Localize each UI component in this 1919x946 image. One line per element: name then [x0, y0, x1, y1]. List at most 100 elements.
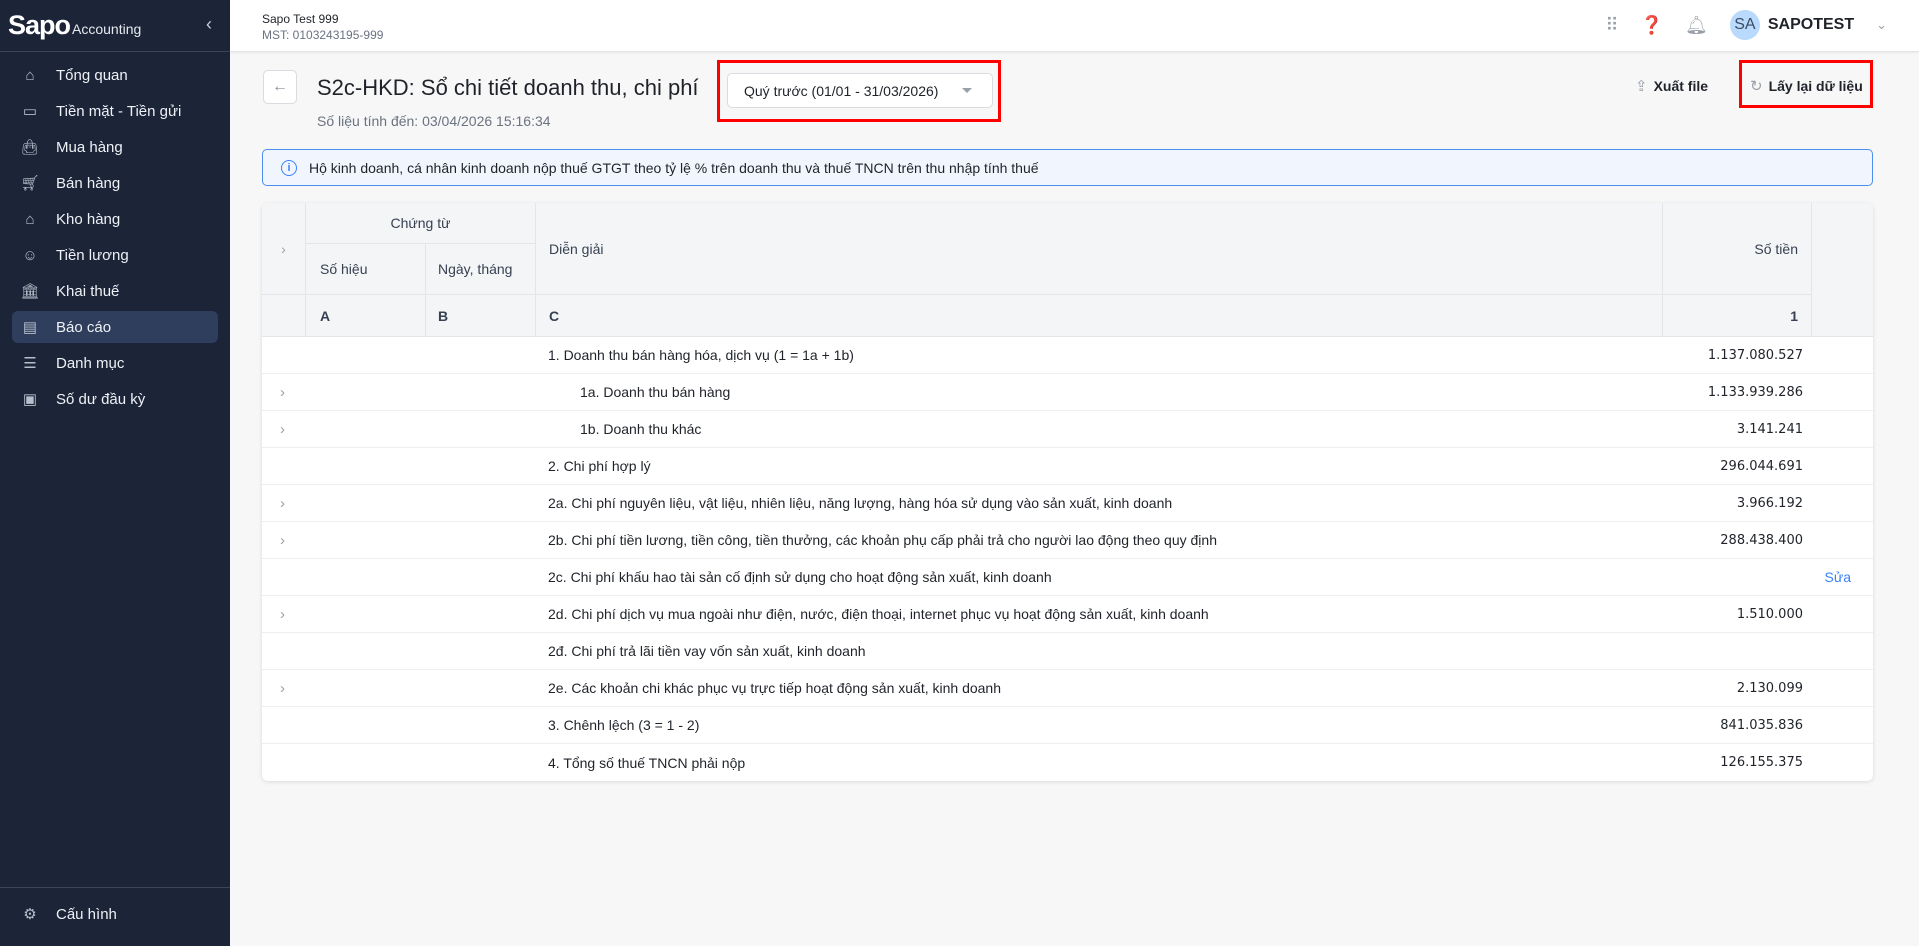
- cash-icon: ▭: [22, 103, 38, 120]
- info-banner: i Hộ kinh doanh, cá nhân kinh doanh nộp …: [262, 149, 1873, 186]
- row-amount: 3.966.192: [1736, 495, 1803, 511]
- bag-icon: 👜︎: [20, 139, 40, 156]
- export-label: Xuất file: [1653, 78, 1709, 94]
- sidebar-item-label: Kho hàng: [56, 210, 121, 228]
- sidebar-item-label: Khai thuế: [56, 282, 120, 300]
- salary-icon: ☺: [22, 246, 38, 264]
- bell-icon[interactable]: 🔔︎: [1685, 15, 1708, 36]
- user-name[interactable]: SAPOTEST: [1768, 16, 1854, 34]
- sidebar-item-8[interactable]: ☰ Danh mục: [12, 347, 218, 379]
- chevron-right-icon[interactable]: ›: [280, 384, 285, 401]
- col-code-1: 1: [1662, 295, 1811, 337]
- chevron-right-icon[interactable]: ›: [280, 421, 285, 438]
- logo[interactable]: Sapo Accounting ‹: [0, 0, 230, 52]
- company-info[interactable]: Sapo Test 999 MST: 0103243195-999: [262, 11, 383, 43]
- table-row: 2đ. Chi phí trả lãi tiền vay vốn sản xuấ…: [262, 633, 1873, 670]
- sidebar-item-2[interactable]: 👜︎ Mua hàng: [12, 131, 218, 163]
- table-row: › 1b. Doanh thu khác 3.141.241: [262, 411, 1873, 448]
- help-icon[interactable]: ❓: [1641, 15, 1663, 36]
- chevron-right-icon[interactable]: ›: [280, 606, 285, 623]
- refresh-button[interactable]: ↻ Lấy lại dữ liệu: [1750, 77, 1863, 95]
- header-date: Ngày, tháng: [425, 244, 535, 294]
- row-amount: 1.510.000: [1736, 606, 1803, 622]
- sidebar-item-6[interactable]: 🏛︎ Khai thuế: [12, 275, 218, 307]
- header-voucher: Chứng từ: [305, 203, 535, 244]
- sidebar-item-7[interactable]: ▤ Báo cáo: [12, 311, 218, 343]
- row-description: 1. Doanh thu bán hàng hóa, dịch vụ (1 = …: [548, 347, 854, 363]
- sidebar-item-4[interactable]: ⌂ Kho hàng: [12, 203, 218, 235]
- collapse-sidebar-icon[interactable]: ‹: [206, 14, 212, 35]
- table-row: › 2b. Chi phí tiền lương, tiền công, tiền…: [262, 522, 1873, 559]
- warehouse-icon: ⌂: [25, 210, 35, 228]
- chevron-right-icon[interactable]: ›: [280, 532, 285, 549]
- data-timestamp: Số liệu tính đến: 03/04/2026 15:16:34: [317, 113, 551, 129]
- page-title: S2c-HKD: Sổ chi tiết doanh thu, chi phí: [317, 75, 699, 100]
- table-row: 4. Tổng số thuế TNCN phải nộp 126.155.375: [262, 744, 1873, 781]
- report-icon: ▤: [22, 319, 38, 336]
- sidebar-item-label: Tổng quan: [56, 66, 128, 84]
- refresh-label: Lấy lại dữ liệu: [1768, 78, 1863, 94]
- row-description: 1a. Doanh thu bán hàng: [580, 384, 731, 400]
- table-row: › 2e. Các khoản chi khác phục vụ trực tiế…: [262, 670, 1873, 707]
- sidebar-item-5[interactable]: ☺ Tiền lương: [12, 239, 218, 271]
- sidebar-item-0[interactable]: ⌂ Tổng quan: [12, 59, 218, 91]
- home-icon: ⌂: [25, 66, 35, 84]
- sidebar-item-3[interactable]: 🛒︎ Bán hàng: [12, 167, 218, 199]
- sidebar-item-label: Tiền lương: [56, 246, 129, 264]
- table-row: › 2a. Chi phí nguyên liệu, vật liệu, nhiê…: [262, 485, 1873, 522]
- back-button[interactable]: ←: [263, 70, 297, 104]
- cart-icon: 🛒︎: [20, 175, 40, 192]
- expand-all-icon[interactable]: ›: [262, 203, 305, 294]
- sidebar-item-label: Số dư đầu kỳ: [56, 390, 146, 408]
- arrow-left-icon: ←: [272, 78, 288, 95]
- row-description: 3. Chênh lệch (3 = 1 - 2): [548, 717, 700, 733]
- sidebar-item-settings[interactable]: ⚙ Cấu hình: [12, 898, 218, 930]
- row-amount: 2.130.099: [1736, 680, 1803, 696]
- info-text: Hộ kinh doanh, cá nhân kinh doanh nộp th…: [309, 159, 1039, 176]
- company-tax-code: MST: 0103243195-999: [262, 28, 384, 42]
- chevron-right-icon[interactable]: ›: [280, 680, 285, 697]
- row-description: 2b. Chi phí tiền lương, tiền công, tiền …: [548, 532, 1217, 548]
- company-name: Sapo Test 999: [262, 12, 339, 26]
- header-number: Số hiệu: [305, 244, 425, 294]
- row-description: 2đ. Chi phí trả lãi tiền vay vốn sản xuấ…: [548, 643, 866, 659]
- sidebar-item-label: Cấu hình: [56, 905, 117, 923]
- logo-sub: Accounting: [72, 20, 142, 37]
- sidebar-item-label: Mua hàng: [56, 138, 123, 156]
- logo-brand: Sapo: [8, 10, 71, 40]
- edit-link[interactable]: Sửa: [1825, 569, 1852, 585]
- list-icon: ☰: [23, 355, 37, 372]
- sidebar-item-1[interactable]: ▭ Tiền mặt - Tiền gửi: [12, 95, 218, 127]
- period-select[interactable]: Quý trước (01/01 - 31/03/2026): [727, 73, 993, 108]
- info-icon: i: [281, 159, 297, 176]
- wallet-icon: ▣: [22, 391, 38, 408]
- gear-icon: ⚙: [23, 906, 37, 923]
- chevron-right-icon[interactable]: ›: [280, 495, 285, 512]
- row-description: 2d. Chi phí dịch vụ mua ngoài như điện, …: [548, 606, 1209, 622]
- table-row: › 1a. Doanh thu bán hàng 1.133.939.286: [262, 374, 1873, 411]
- col-code-b: B: [425, 295, 535, 337]
- top-header: Sapo Test 999 MST: 0103243195-999 ⠿ ❓ 🔔︎…: [230, 0, 1919, 52]
- row-description: 1b. Doanh thu khác: [580, 421, 702, 437]
- col-code-a: A: [305, 295, 425, 337]
- row-amount: 296.044.691: [1720, 458, 1803, 474]
- avatar[interactable]: SA: [1729, 10, 1760, 40]
- report-table: › Chứng từ Số hiệu Ngày, tháng Diễn giải…: [262, 203, 1873, 781]
- sidebar-item-label: Bán hàng: [56, 174, 121, 192]
- header-amount: Số tiền: [1662, 203, 1811, 294]
- sidebar-menu: ⌂ Tổng quan ▭ Tiền mặt - Tiền gửi 👜︎ Mua hàng…: [0, 52, 230, 415]
- row-amount: 1.133.939.286: [1707, 384, 1803, 400]
- sidebar-item-label: Báo cáo: [56, 318, 112, 336]
- period-select-value: Quý trước (01/01 - 31/03/2026): [744, 82, 939, 99]
- upload-icon: ⇪: [1635, 78, 1648, 95]
- export-button[interactable]: ⇪ Xuất file: [1635, 77, 1708, 95]
- chevron-down-icon[interactable]: ⌄: [1876, 17, 1887, 33]
- sidebar-item-label: Tiền mặt - Tiền gửi: [56, 102, 182, 120]
- row-description: 4. Tổng số thuế TNCN phải nộp: [548, 754, 746, 771]
- refresh-icon: ↻: [1750, 78, 1763, 95]
- table-row: › 2d. Chi phí dịch vụ mua ngoài như điện,…: [262, 596, 1873, 633]
- caret-down-icon: [962, 88, 972, 98]
- sidebar-item-9[interactable]: ▣ Số dư đầu kỳ: [12, 383, 218, 415]
- apps-grid-icon[interactable]: ⠿: [1605, 15, 1618, 36]
- row-description: 2a. Chi phí nguyên liệu, vật liệu, nhiên…: [548, 495, 1173, 511]
